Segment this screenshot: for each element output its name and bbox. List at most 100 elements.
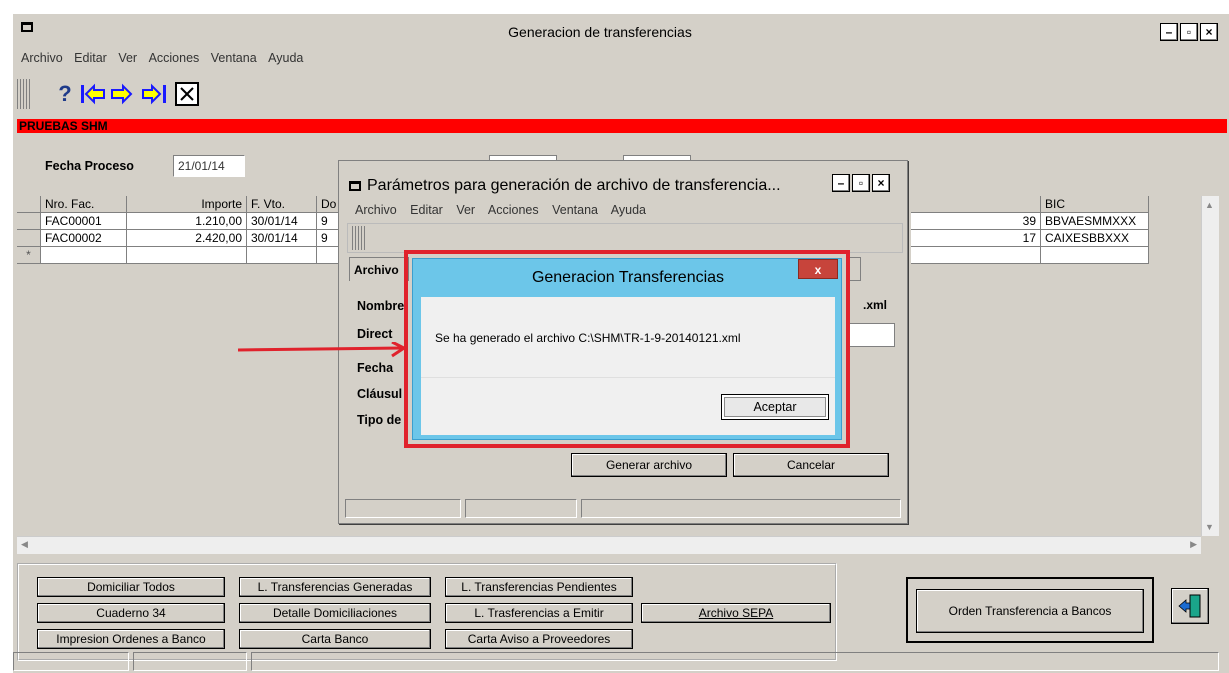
scroll-right-icon[interactable]: ▶ [1190, 539, 1197, 550]
toolbar-grip[interactable] [17, 79, 31, 109]
col-header-nro[interactable]: Nro. Fac. [41, 196, 127, 213]
cell-new[interactable] [127, 247, 247, 264]
param-menu-bar: Archivo Editar Ver Acciones Ventana Ayud… [355, 203, 656, 217]
col-header-num[interactable] [911, 196, 1041, 213]
cell-new[interactable] [317, 247, 339, 264]
directorio-input[interactable] [847, 323, 895, 347]
status-panel [251, 652, 1219, 671]
message-dialog-title: Generacion Transferencias [531, 269, 725, 286]
status-panel [13, 652, 129, 671]
tab-archivo[interactable]: Archivo [349, 257, 409, 281]
status-panel [133, 652, 247, 671]
maximize-button[interactable]: ▫ [1180, 23, 1198, 41]
param-minimize-button[interactable]: – [832, 174, 850, 192]
l-transferencias-pendientes-button[interactable]: L. Transferencias Pendientes [445, 577, 633, 597]
help-icon[interactable]: ? [51, 79, 79, 109]
archivo-sepa-button[interactable]: Archivo SEPA [641, 603, 831, 623]
minimize-button[interactable]: – [1160, 23, 1178, 41]
l-transferencias-generadas-button[interactable]: L. Transferencias Generadas [239, 577, 431, 597]
cell-importe[interactable]: 2.420,00 [127, 230, 247, 247]
param-close-button[interactable]: × [872, 174, 890, 192]
param-menu-ver[interactable]: Ver [456, 203, 475, 217]
close-x-icon[interactable] [173, 79, 201, 109]
param-menu-ayuda[interactable]: Ayuda [611, 203, 646, 217]
cell-fvto[interactable]: 30/01/14 [247, 230, 317, 247]
first-record-icon[interactable] [79, 79, 107, 109]
row-header-corner [17, 196, 41, 213]
cell-importe[interactable]: 1.210,00 [127, 213, 247, 230]
cell-nro[interactable]: FAC00002 [41, 230, 127, 247]
orden-transferencia-panel: Orden Transferencia a Bancos [906, 577, 1154, 643]
menu-archivo[interactable]: Archivo [21, 51, 63, 65]
nombre-label: Nombre [357, 299, 405, 313]
param-menu-archivo[interactable]: Archivo [355, 203, 397, 217]
menu-editar[interactable]: Editar [74, 51, 107, 65]
param-toolbar-grip[interactable] [352, 226, 366, 250]
fecha-proceso-input[interactable]: 21/01/14 [173, 155, 245, 177]
menu-ventana[interactable]: Ventana [211, 51, 257, 65]
clausula-label: Cláusul [357, 387, 403, 401]
col-header-do[interactable]: Do [317, 196, 339, 213]
param-status-panel [581, 499, 901, 518]
status-bar [13, 652, 1229, 673]
menu-acciones[interactable]: Acciones [149, 51, 200, 65]
cell-bic[interactable]: BBVAESMMXXX [1041, 213, 1149, 230]
grid-horizontal-scrollbar[interactable]: ◀ ▶ [17, 536, 1201, 554]
cell-fvto[interactable]: 30/01/14 [247, 213, 317, 230]
col-header-importe[interactable]: Importe [127, 196, 247, 213]
param-maximize-button[interactable]: ▫ [852, 174, 870, 192]
close-button[interactable]: × [1200, 23, 1218, 41]
row-selector[interactable] [17, 213, 41, 230]
cell-do[interactable]: 9 [317, 230, 339, 247]
row-selector[interactable] [17, 230, 41, 247]
param-menu-editar[interactable]: Editar [410, 203, 443, 217]
cell-nro[interactable]: FAC00001 [41, 213, 127, 230]
orden-transferencia-button[interactable]: Orden Transferencia a Bancos [916, 589, 1144, 633]
message-body: Se ha generado el archivo C:\SHM\TR-1-9-… [421, 297, 835, 435]
domiciliar-todos-button[interactable]: Domiciliar Todos [37, 577, 225, 597]
param-menu-acciones[interactable]: Acciones [488, 203, 539, 217]
carta-banco-button[interactable]: Carta Banco [239, 629, 431, 649]
cuaderno-34-button[interactable]: Cuaderno 34 [37, 603, 225, 623]
carta-aviso-proveedores-button[interactable]: Carta Aviso a Proveedores [445, 629, 633, 649]
parametros-dialog-title: Parámetros para generación de archivo de… [349, 177, 781, 195]
detalle-domiciliaciones-button[interactable]: Detalle Domiciliaciones [239, 603, 431, 623]
menu-ayuda[interactable]: Ayuda [268, 51, 303, 65]
menu-ver[interactable]: Ver [118, 51, 137, 65]
grid-vertical-scrollbar[interactable]: ▲ ▼ [1201, 196, 1219, 536]
dialog-window-icon [349, 181, 361, 191]
title-bar: Generacion de transferencias – ▫ × [13, 14, 1229, 44]
cell-new[interactable] [41, 247, 127, 264]
param-menu-ventana[interactable]: Ventana [552, 203, 598, 217]
toolbar: ? [13, 74, 313, 114]
cell-do[interactable]: 9 [317, 213, 339, 230]
message-dialog: Generacion Transferencias x Se ha genera… [412, 258, 842, 440]
message-text: Se ha generado el archivo C:\SHM\TR-1-9-… [435, 331, 741, 345]
fecha-label: Fecha [357, 361, 394, 375]
cell-new[interactable] [247, 247, 317, 264]
aceptar-button[interactable]: Aceptar [721, 394, 829, 420]
cell-num[interactable]: 17 [911, 230, 1041, 247]
col-header-bic[interactable]: BIC [1041, 196, 1149, 213]
cancelar-button[interactable]: Cancelar [733, 453, 889, 477]
next-record-icon[interactable] [109, 79, 137, 109]
window-title: Generacion de transferencias [508, 24, 692, 40]
cell-bic[interactable]: CAIXESBBXXX [1041, 230, 1149, 247]
message-close-button[interactable]: x [798, 259, 838, 279]
cell-new[interactable] [1041, 247, 1149, 264]
last-record-icon[interactable] [141, 79, 169, 109]
cell-num[interactable]: 39 [911, 213, 1041, 230]
l-trasferencias-emitir-button[interactable]: L. Trasferencias a Emitir [445, 603, 633, 623]
message-footer: Aceptar [421, 377, 835, 435]
impresion-ordenes-button[interactable]: Impresion Ordenes a Banco [37, 629, 225, 649]
exit-door-icon[interactable] [1171, 588, 1209, 624]
tipo-label: Tipo de [357, 413, 402, 427]
generar-archivo-button[interactable]: Generar archivo [571, 453, 727, 477]
col-header-fvto[interactable]: F. Vto. [247, 196, 317, 213]
xml-extension-label: .xml [863, 298, 888, 312]
new-row-marker[interactable]: * [17, 247, 41, 264]
scroll-up-icon[interactable]: ▲ [1205, 200, 1214, 210]
scroll-left-icon[interactable]: ◀ [21, 539, 28, 550]
cell-new[interactable] [911, 247, 1041, 264]
scroll-down-icon[interactable]: ▼ [1205, 522, 1214, 532]
